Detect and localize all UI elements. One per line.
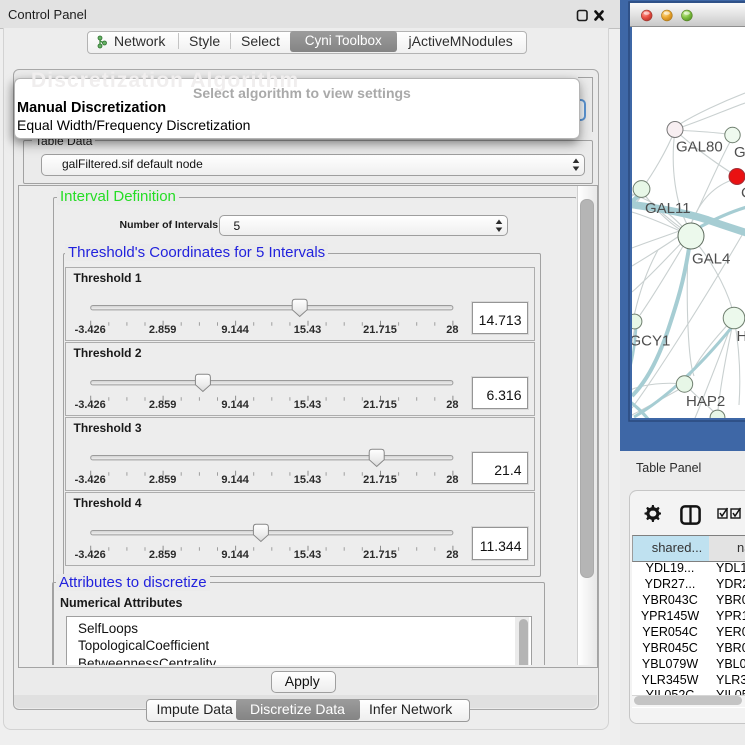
- svg-text:GAL80: GAL80: [676, 139, 723, 156]
- svg-text:C: C: [741, 185, 745, 202]
- svg-text:H: H: [737, 328, 745, 345]
- svg-text:GCY1: GCY1: [630, 333, 671, 350]
- svg-text:GAL4: GAL4: [692, 251, 730, 268]
- svg-text:GA: GA: [734, 144, 745, 161]
- svg-text:HAP2: HAP2: [686, 393, 725, 410]
- svg-text:GAL11: GAL11: [645, 200, 691, 217]
